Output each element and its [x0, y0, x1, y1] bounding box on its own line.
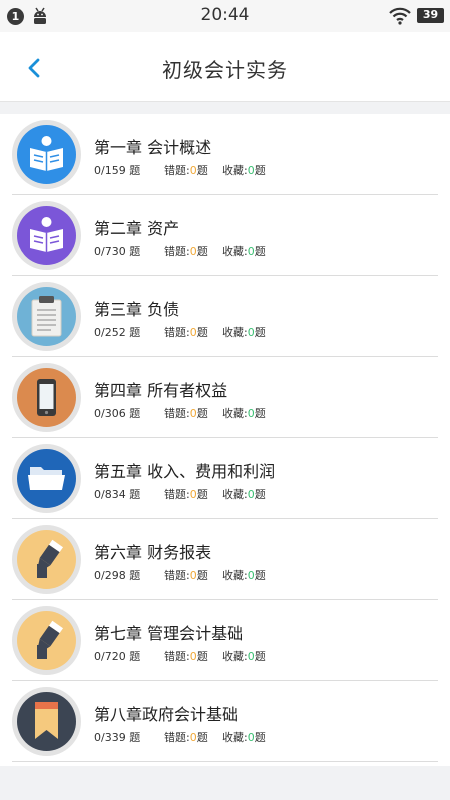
wrong-count: 错题:0题 — [164, 164, 208, 177]
chapter-icon — [12, 525, 81, 594]
wrong-count: 错题:0题 — [164, 326, 208, 339]
progress-count: 0/339 题 — [94, 731, 141, 744]
chapter-title: 第八章政府会计基础 — [94, 705, 239, 724]
chapter-list: 第一章 会计概述 0/159 题 错题:0题 收藏:0题 第二章 资产 0/73… — [0, 114, 450, 766]
chapter-icon — [12, 282, 81, 351]
favorite-count: 收藏:0题 — [222, 326, 266, 339]
chapter-row[interactable]: 第七章 管理会计基础 0/720 题 错题:0题 收藏:0题 — [0, 600, 450, 681]
chapter-title: 第四章 所有者权益 — [94, 381, 228, 400]
phone-icon — [37, 379, 56, 416]
favorite-count: 收藏:0题 — [222, 650, 266, 663]
chapter-title: 第三章 负债 — [94, 300, 180, 319]
chapter-title: 第七章 管理会计基础 — [94, 624, 244, 643]
clipboard-icon — [31, 296, 62, 337]
battery-indicator: 39 — [417, 8, 444, 23]
favorite-count: 收藏:0题 — [222, 731, 266, 744]
reading-icon — [30, 217, 63, 252]
wrong-count: 错题:0题 — [164, 488, 208, 501]
folder-icon — [28, 467, 65, 490]
divider — [12, 761, 438, 762]
progress-count: 0/720 题 — [94, 650, 141, 663]
status-bar: 1 20:44 39 — [0, 0, 450, 32]
chapter-row[interactable]: 第三章 负债 0/252 题 错题:0题 收藏:0题 — [0, 276, 450, 357]
chapter-row[interactable]: 第四章 所有者权益 0/306 题 错题:0题 收藏:0题 — [0, 357, 450, 438]
wrong-count: 错题:0题 — [164, 731, 208, 744]
favorite-count: 收藏:0题 — [222, 407, 266, 420]
chapter-title: 第五章 收入、费用和利润 — [94, 462, 276, 481]
chapter-title: 第一章 会计概述 — [94, 138, 212, 157]
favorite-count: 收藏:0题 — [222, 488, 266, 501]
pen-icon — [36, 620, 64, 659]
chapter-icon — [12, 606, 81, 675]
pen-icon — [36, 539, 64, 578]
chapter-row[interactable]: 第八章政府会计基础 0/339 题 错题:0题 收藏:0题 — [0, 681, 450, 762]
chapter-row[interactable]: 第六章 财务报表 0/298 题 错题:0题 收藏:0题 — [0, 519, 450, 600]
favorite-count: 收藏:0题 — [222, 164, 266, 177]
page-title: 初级会计实务 — [162, 58, 288, 82]
progress-count: 0/730 题 — [94, 245, 141, 258]
chapter-icon — [12, 120, 81, 189]
progress-count: 0/834 题 — [94, 488, 141, 501]
chapter-icon — [12, 687, 81, 756]
wrong-count: 错题:0题 — [164, 650, 208, 663]
progress-count: 0/306 题 — [94, 407, 141, 420]
bookmark-icon — [35, 702, 58, 739]
chapter-icon — [12, 201, 81, 270]
chapter-row[interactable]: 第二章 资产 0/730 题 错题:0题 收藏:0题 — [0, 195, 450, 276]
favorite-count: 收藏:0题 — [222, 569, 266, 582]
progress-count: 0/159 题 — [94, 164, 141, 177]
wrong-count: 错题:0题 — [164, 245, 208, 258]
chapter-title: 第二章 资产 — [94, 219, 180, 238]
chapter-row[interactable]: 第一章 会计概述 0/159 题 错题:0题 收藏:0题 — [0, 114, 450, 195]
chapter-icon — [12, 363, 81, 432]
chapter-row[interactable]: 第五章 收入、费用和利润 0/834 题 错题:0题 收藏:0题 — [0, 438, 450, 519]
wrong-count: 错题:0题 — [164, 569, 208, 582]
progress-count: 0/252 题 — [94, 326, 141, 339]
reading-icon — [30, 136, 63, 171]
chapter-title: 第六章 财务报表 — [94, 543, 212, 562]
progress-count: 0/298 题 — [94, 569, 141, 582]
wrong-count: 错题:0题 — [164, 407, 208, 420]
chapter-icon — [12, 444, 81, 513]
wifi-icon — [389, 7, 411, 25]
favorite-count: 收藏:0题 — [222, 245, 266, 258]
nav-bar: 初级会计实务 — [0, 32, 450, 102]
status-time: 20:44 — [200, 5, 250, 25]
